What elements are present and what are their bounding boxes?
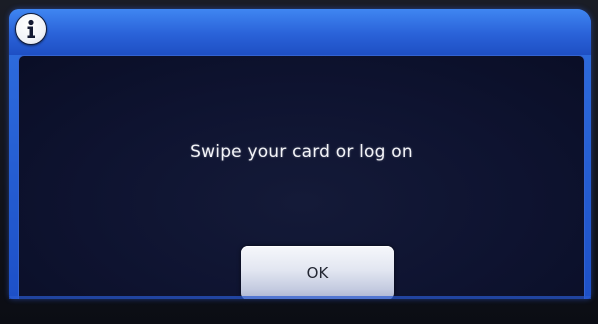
screen-edge — [9, 296, 591, 299]
info-icon — [15, 13, 47, 45]
ok-button-label: OK — [306, 264, 329, 282]
ok-button[interactable]: OK — [241, 246, 394, 299]
info-icon-glyph — [27, 19, 35, 38]
dialog-content: Swipe your card or log on OK — [18, 55, 585, 299]
dialog-titlebar — [9, 9, 591, 55]
dialog-message: Swipe your card or log on — [190, 142, 413, 162]
info-dialog: Swipe your card or log on OK — [9, 9, 591, 299]
device-bezel: Swipe your card or log on OK — [0, 0, 598, 324]
